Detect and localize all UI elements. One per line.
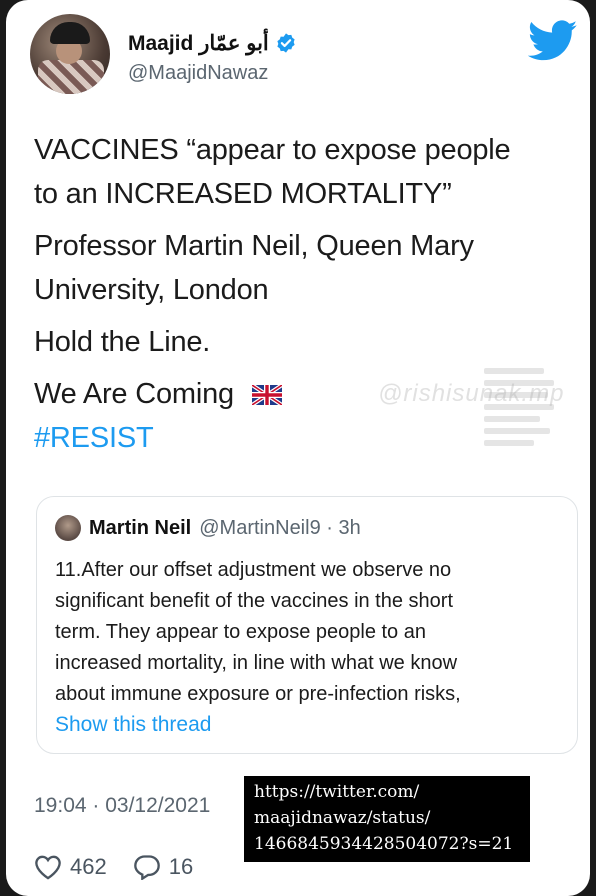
quoted-text-line: significant benefit of the vaccines in t… <box>55 590 454 612</box>
tweet-timestamp[interactable]: 19:04 · 03/12/2021 <box>34 794 210 818</box>
quoted-author-avatar <box>55 515 81 541</box>
source-url-line: 1466845934428504072?s=21 <box>254 834 514 854</box>
source-url-line: https://twitter.com/ <box>254 782 420 802</box>
author-avatar[interactable] <box>30 14 110 94</box>
tweet-text-line: Professor Martin Neil, Queen Mary <box>34 230 474 262</box>
quoted-text-line: increased mortality, in line with what w… <box>55 652 458 674</box>
quoted-author-handle: @MartinNeil9 · 3h <box>199 516 361 539</box>
tweet-text-line-with-flag: We Are Coming <box>34 378 282 411</box>
like-button[interactable]: 462 <box>34 854 107 880</box>
tweet-text-coming: We Are Coming <box>34 378 234 410</box>
quoted-text-line: about immune exposure or pre-infection r… <box>55 683 461 705</box>
uk-flag-icon <box>251 385 282 406</box>
engagement-bar: 462 16 <box>34 854 209 880</box>
quoted-text-line: term. They appear to expose people to an <box>55 621 426 643</box>
tweet-text-line: VACCINES “appear to expose people <box>34 134 511 166</box>
author-name-row: Maajid أبو عمّار <box>128 28 297 58</box>
watermark-lines <box>484 362 554 462</box>
twitter-bird-icon <box>528 20 578 61</box>
source-url-line: maajidnawaz/status/ <box>254 808 431 828</box>
author-display-name[interactable]: Maajid أبو عمّار <box>128 31 269 56</box>
tweet-text-line: University, London <box>34 274 269 306</box>
reply-count: 16 <box>168 854 194 879</box>
tweet-text-line: to an INCREASED MORTALITY” <box>34 178 452 210</box>
author-handle[interactable]: @MaajidNawaz <box>128 62 268 85</box>
tweet-card: Maajid أبو عمّار @MaajidNawaz VACCINES “… <box>6 0 590 896</box>
quoted-text-line: 11.After our offset adjustment we observ… <box>55 559 452 581</box>
tweet-text-line: Hold the Line. <box>34 326 211 358</box>
source-url-overlay: https://twitter.com/ maajidnawaz/status/… <box>244 776 530 862</box>
quoted-author-name: Martin Neil <box>89 516 192 539</box>
verified-badge-icon <box>277 33 295 53</box>
quoted-tweet[interactable]: Martin Neil @MartinNeil9 · 3h 11.After o… <box>36 496 578 754</box>
reply-button[interactable]: 16 <box>133 854 193 880</box>
reply-icon <box>133 855 160 880</box>
heart-icon <box>35 855 61 880</box>
quoted-header: Martin Neil @MartinNeil9 · 3h <box>55 515 361 541</box>
hashtag-link[interactable]: #RESIST <box>34 422 154 455</box>
like-count: 462 <box>70 854 107 879</box>
show-thread-link[interactable]: Show this thread <box>55 713 211 737</box>
